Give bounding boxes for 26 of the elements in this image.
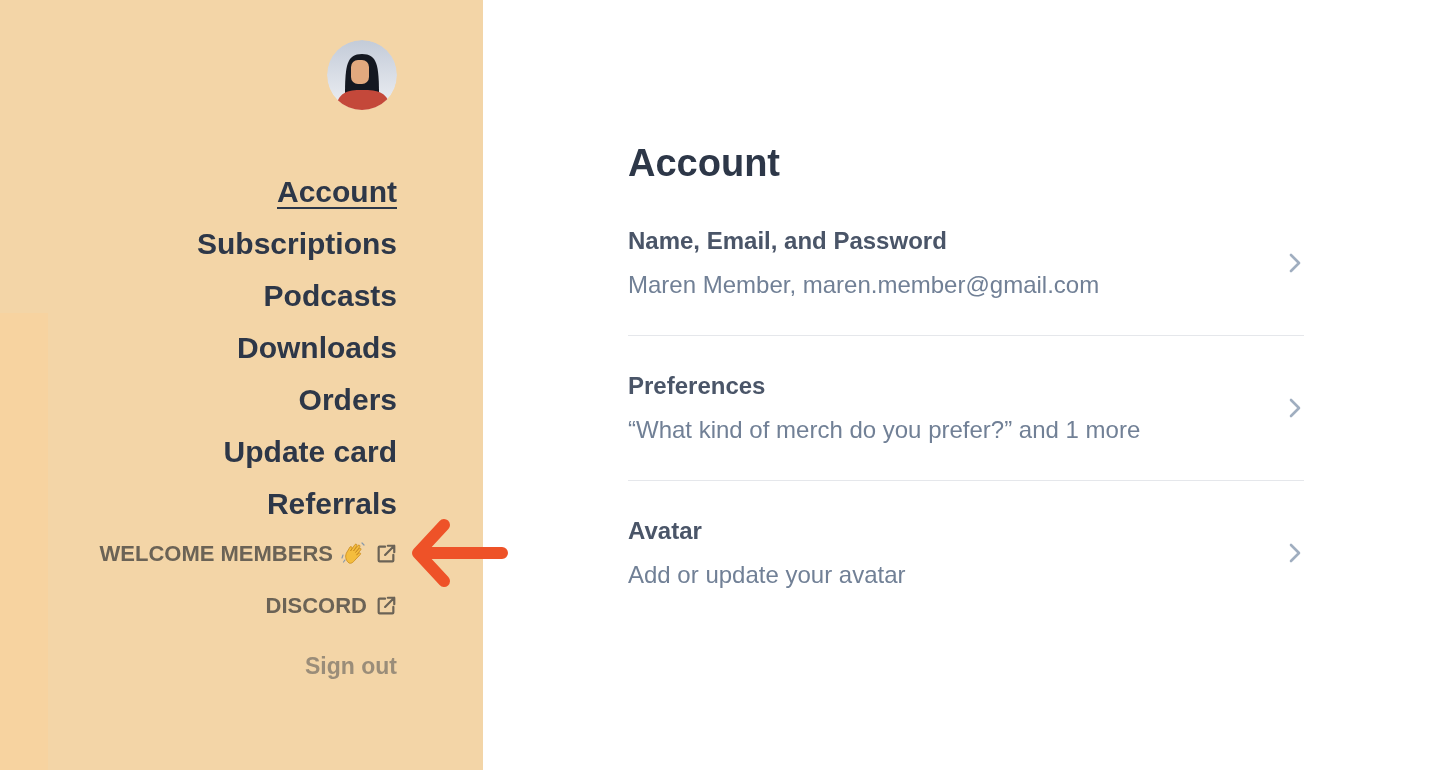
settings-row[interactable]: Name, Email, and Password Maren Member, maren.member@gmail.com [628, 191, 1304, 336]
nav-link[interactable]: Podcasts [263, 276, 397, 315]
row-title: Name, Email, and Password [628, 226, 948, 256]
nav-link[interactable]: Update card [223, 432, 397, 471]
nav-link[interactable]: Downloads [237, 328, 397, 367]
row-title: Preferences [628, 371, 767, 401]
row-detail: Add or update your avatar [628, 560, 906, 590]
nav-link[interactable]: Orders [298, 380, 397, 419]
waving-hand-icon [341, 541, 367, 567]
external-link[interactable]: DISCORD [265, 591, 397, 621]
external-link-icon [375, 543, 397, 565]
nav-link[interactable]: Account [277, 172, 397, 211]
avatar-icon[interactable] [327, 40, 397, 110]
chevron-right-icon [1288, 542, 1302, 564]
external-link[interactable]: WELCOME MEMBERS [99, 539, 397, 569]
settings-row[interactable]: Preferences “What kind of merch do you prefer?” and 1 more [628, 336, 1304, 481]
row-title: Avatar [628, 516, 703, 546]
chevron-right-icon [1288, 252, 1302, 274]
page-title: Account [628, 141, 781, 186]
row-detail: “What kind of merch do you prefer?” and 1 more [628, 415, 1141, 445]
chevron-right-icon [1288, 397, 1302, 419]
nav-link[interactable]: Referrals [266, 484, 397, 523]
settings-row[interactable]: Avatar Add or update your avatar [628, 481, 1304, 625]
row-detail: Maren Member, maren.member@gmail.com [628, 270, 1100, 300]
external-link-icon [375, 595, 397, 617]
nav-link[interactable]: Subscriptions [196, 224, 397, 263]
